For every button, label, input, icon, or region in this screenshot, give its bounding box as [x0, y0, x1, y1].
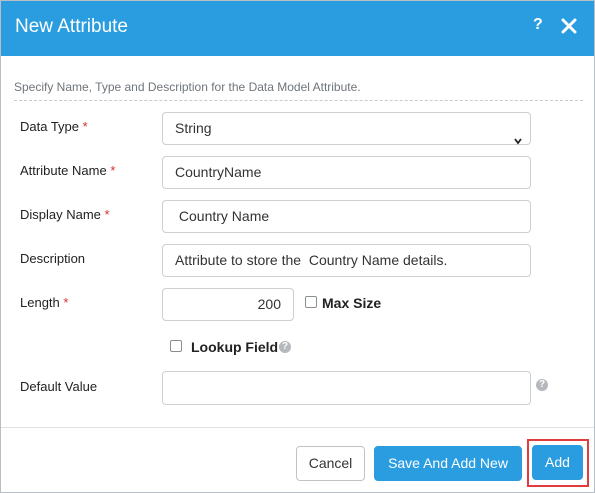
length-input[interactable]: 200	[162, 288, 294, 321]
length-label-text: Length	[20, 295, 60, 310]
add-button[interactable]: Add	[532, 445, 583, 480]
dialog-title: New Attribute	[15, 16, 128, 37]
max-size-label[interactable]: Max Size	[322, 295, 381, 311]
default-value-label: Default Value	[20, 379, 98, 394]
lookup-field-checkbox[interactable]	[170, 340, 182, 352]
data-type-select[interactable]: String	[162, 112, 531, 145]
max-size-checkbox[interactable]	[305, 296, 317, 308]
data-type-label-text: Data Type	[20, 119, 80, 134]
help-icon[interactable]: ?	[536, 379, 548, 391]
footer-divider	[1, 427, 594, 428]
description-label: Description	[20, 251, 86, 266]
required-marker: *	[110, 163, 116, 178]
attribute-name-input[interactable]: CountryName	[162, 156, 531, 189]
length-label: Length *	[20, 295, 68, 310]
data-type-value: String	[175, 120, 212, 136]
display-name-input[interactable]: Country Name	[162, 200, 531, 233]
close-icon[interactable]	[561, 18, 577, 34]
new-attribute-dialog: New Attribute ? Specify Name, Type and D…	[0, 0, 595, 493]
required-marker: *	[82, 119, 88, 134]
help-icon[interactable]: ?	[533, 16, 543, 34]
cancel-button[interactable]: Cancel	[296, 446, 365, 481]
data-type-label: Data Type *	[20, 119, 88, 134]
attribute-name-label: Attribute Name *	[20, 163, 115, 178]
divider	[14, 100, 583, 101]
display-name-label: Display Name *	[20, 207, 110, 222]
lookup-field-label[interactable]: Lookup Field	[191, 339, 278, 355]
display-name-label-text: Display Name	[20, 207, 101, 222]
default-value-input[interactable]	[162, 371, 531, 405]
dialog-intro-text: Specify Name, Type and Description for t…	[14, 80, 361, 94]
attribute-name-label-text: Attribute Name	[20, 163, 107, 178]
help-icon[interactable]: ?	[279, 341, 291, 353]
required-marker: *	[104, 207, 110, 222]
description-input[interactable]: Attribute to store the Country Name deta…	[162, 244, 531, 277]
required-marker: *	[63, 295, 69, 310]
chevron-down-icon	[514, 125, 522, 145]
save-and-add-new-button[interactable]: Save And Add New	[374, 446, 522, 481]
dialog-header: New Attribute ?	[1, 1, 594, 56]
